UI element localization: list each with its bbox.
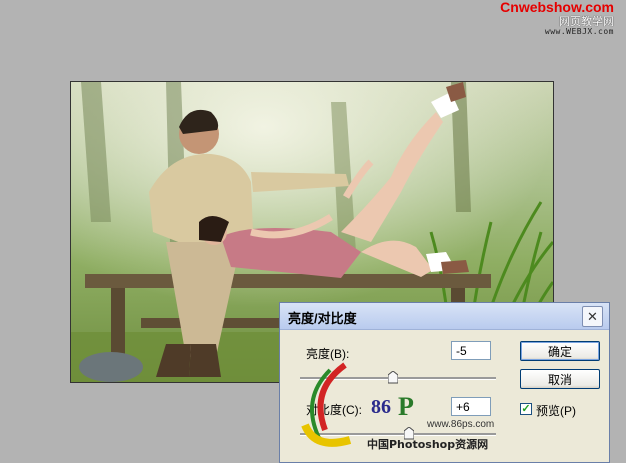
dialog-title: 亮度/对比度 <box>288 311 357 326</box>
preview-checkbox[interactable]: ✓ <box>520 403 532 415</box>
site-watermark: Cnwebshow.com 网页教学网 www.WEBJX.com <box>500 0 614 36</box>
contrast-input[interactable]: +6 <box>451 397 491 416</box>
dialog-titlebar[interactable]: 亮度/对比度 ✕ <box>280 303 609 330</box>
watermark-brand: Cnwebshow.com <box>500 0 614 15</box>
brightness-input[interactable]: -5 <box>451 341 491 360</box>
close-button[interactable]: ✕ <box>582 306 603 327</box>
logo-chinese: 中国Photoshop资源网 <box>367 438 489 451</box>
watermark-chinese: 网页教学网 <box>559 15 614 28</box>
brightness-slider-thumb[interactable] <box>388 371 398 384</box>
ok-button[interactable]: 确定 <box>520 341 600 361</box>
logo-letter: P <box>398 392 414 421</box>
close-icon: ✕ <box>587 308 598 324</box>
cancel-button[interactable]: 取消 <box>520 369 600 389</box>
watermark-url: www.WEBJX.com <box>544 27 614 36</box>
logo-url: www.86ps.com <box>427 419 495 430</box>
checkmark-icon: ✓ <box>521 403 531 415</box>
preview-label: 预览(P) <box>536 404 576 418</box>
86ps-swirl-logo <box>301 362 352 447</box>
logo-number: 86 <box>371 396 391 418</box>
